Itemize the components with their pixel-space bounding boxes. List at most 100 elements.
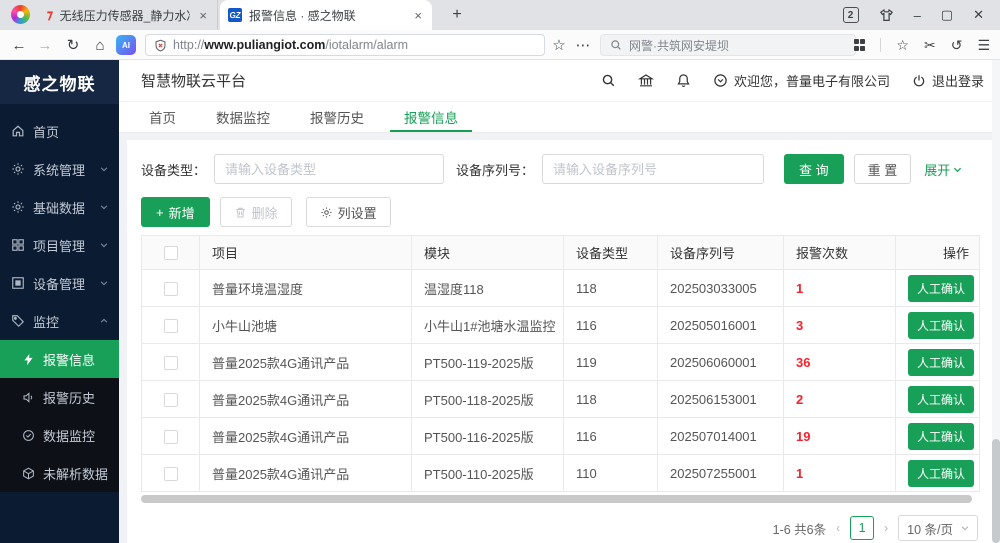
sidebar-item-system[interactable]: 系统管理: [0, 150, 119, 188]
tab2-title: 报警信息 · 感之物联: [249, 7, 405, 24]
chevron-down-icon: [100, 165, 108, 173]
tab-home[interactable]: 首页: [149, 102, 176, 132]
submenu-item-alarm-info[interactable]: 报警信息: [0, 340, 119, 378]
tab-alarm-history[interactable]: 报警历史: [310, 102, 364, 132]
security-shield-icon[interactable]: [154, 39, 167, 52]
col-module: 模块: [412, 236, 564, 270]
horizontal-scrollbar[interactable]: [141, 495, 972, 503]
manual-confirm-button[interactable]: 人工确认: [908, 460, 974, 487]
favorites-list-icon[interactable]: ☆: [896, 37, 909, 54]
cell-serial: 202506153001: [658, 381, 784, 418]
cell-project: 小牛山池塘: [200, 307, 412, 344]
browser-tab-inactive[interactable]: ⁊ 无线压力传感器_静力水准仪_ ×: [38, 0, 218, 30]
frame-icon: [11, 276, 25, 290]
browser-logo-icon[interactable]: [11, 5, 30, 24]
sidebar-item-monitor[interactable]: 监控: [0, 302, 119, 340]
tab2-close-icon[interactable]: ×: [412, 8, 424, 23]
minimize-button[interactable]: –: [914, 8, 921, 23]
cell-count: 2: [784, 381, 896, 418]
search-icon: [610, 39, 622, 51]
more-options-icon[interactable]: ⋯: [572, 30, 594, 60]
add-button[interactable]: + 新增: [141, 197, 210, 227]
apps-grid-icon[interactable]: [854, 39, 866, 51]
theme-shirt-icon[interactable]: [879, 8, 894, 23]
row-checkbox[interactable]: [164, 430, 178, 444]
row-checkbox[interactable]: [164, 282, 178, 296]
tab-alarm-info[interactable]: 报警信息: [404, 102, 458, 132]
vertical-scrollbar-track[interactable]: [992, 60, 1000, 543]
browser-search-box[interactable]: 网警·共筑网安堤坝: [600, 34, 856, 56]
serial-input[interactable]: [542, 154, 764, 184]
manual-confirm-button[interactable]: 人工确认: [908, 386, 974, 413]
delete-button[interactable]: 删除: [220, 197, 292, 227]
col-alarm-count: 报警次数: [784, 236, 896, 270]
new-tab-button[interactable]: +: [446, 4, 468, 26]
submenu-item-data-monitor[interactable]: 数据监控: [0, 416, 119, 454]
current-page-button[interactable]: 1: [850, 516, 874, 540]
row-checkbox[interactable]: [164, 393, 178, 407]
cell-project: 普量2025款4G通讯产品: [200, 418, 412, 455]
home-icon: [11, 124, 25, 138]
logout-button[interactable]: 退出登录: [912, 71, 984, 90]
tab-data-monitor[interactable]: 数据监控: [216, 102, 270, 132]
cell-count: 19: [784, 418, 896, 455]
row-checkbox[interactable]: [164, 319, 178, 333]
sidebar-item-basedata[interactable]: 基础数据: [0, 188, 119, 226]
tab1-close-icon[interactable]: ×: [197, 8, 209, 23]
cell-count: 1: [784, 270, 896, 307]
cell-module: PT500-119-2025版: [412, 344, 564, 381]
row-checkbox[interactable]: [164, 356, 178, 370]
bank-icon[interactable]: [638, 73, 654, 89]
vertical-scrollbar-thumb[interactable]: [992, 439, 1000, 543]
home-icon[interactable]: ⌂: [89, 30, 111, 60]
grid-icon: [11, 238, 25, 252]
cell-serial: 202503033005: [658, 270, 784, 307]
manual-confirm-button[interactable]: 人工确认: [908, 423, 974, 450]
reload-icon[interactable]: ↻: [62, 30, 84, 60]
toolbar-divider: [880, 38, 881, 52]
window-count-badge[interactable]: 2: [843, 7, 859, 23]
ai-assistant-icon[interactable]: AI: [116, 35, 136, 55]
page-size-select[interactable]: 10 条/页: [898, 515, 978, 541]
pagination-summary: 1-6 共6条: [773, 519, 827, 538]
sidebar-item-home[interactable]: 首页: [0, 112, 119, 150]
query-button[interactable]: 查 询: [784, 154, 844, 184]
row-checkbox[interactable]: [164, 467, 178, 481]
address-bar[interactable]: http://www.puliangiot.com/iotalarm/alarm: [145, 34, 545, 56]
sidebar-item-project[interactable]: 项目管理: [0, 226, 119, 264]
select-all-checkbox[interactable]: [164, 246, 178, 260]
user-circle-icon: [713, 73, 728, 88]
sidebar-item-device[interactable]: 设备管理: [0, 264, 119, 302]
back-icon[interactable]: ←: [8, 30, 30, 60]
forward-icon[interactable]: →: [34, 30, 56, 60]
next-page-icon[interactable]: ›: [884, 521, 888, 535]
bookmark-star-icon[interactable]: ☆: [548, 30, 570, 60]
menu-hamburger-icon[interactable]: ☰: [977, 37, 990, 54]
scissors-icon[interactable]: ✂: [924, 37, 936, 54]
manual-confirm-button[interactable]: 人工确认: [908, 275, 974, 302]
submenu-item-unparsed-data[interactable]: 未解析数据: [0, 454, 119, 492]
device-type-input[interactable]: [214, 154, 444, 184]
browser-tab-active[interactable]: GZ 报警信息 · 感之物联 ×: [220, 0, 432, 30]
column-settings-button[interactable]: 列设置: [306, 197, 391, 227]
reset-button[interactable]: 重 置: [854, 154, 912, 184]
manual-confirm-button[interactable]: 人工确认: [908, 349, 974, 376]
undo-icon[interactable]: ↺: [951, 37, 963, 54]
manual-confirm-button[interactable]: 人工确认: [908, 312, 974, 339]
bell-icon[interactable]: [676, 73, 691, 88]
cell-count: 1: [784, 455, 896, 492]
header-search-icon[interactable]: [601, 73, 616, 88]
expand-link[interactable]: 展开: [924, 160, 962, 179]
welcome-area[interactable]: 欢迎您，普量电子有限公司: [713, 71, 890, 90]
monitor-submenu: 报警信息 报警历史 数据监控: [0, 340, 119, 492]
maximize-button[interactable]: ▢: [941, 7, 953, 23]
submenu-item-alarm-history[interactable]: 报警历史: [0, 378, 119, 416]
table-row: 普量2025款4G通讯产品 PT500-118-2025版 118 202506…: [142, 381, 980, 418]
prev-page-icon[interactable]: ‹: [836, 521, 840, 535]
close-button[interactable]: ✕: [973, 7, 984, 23]
table-row: 普量2025款4G通讯产品 PT500-110-2025版 110 202507…: [142, 455, 980, 492]
col-operation: 操作: [896, 236, 980, 270]
serial-label: 设备序列号：: [456, 160, 534, 179]
chevron-down-icon: [953, 165, 962, 174]
cell-type: 116: [564, 418, 658, 455]
